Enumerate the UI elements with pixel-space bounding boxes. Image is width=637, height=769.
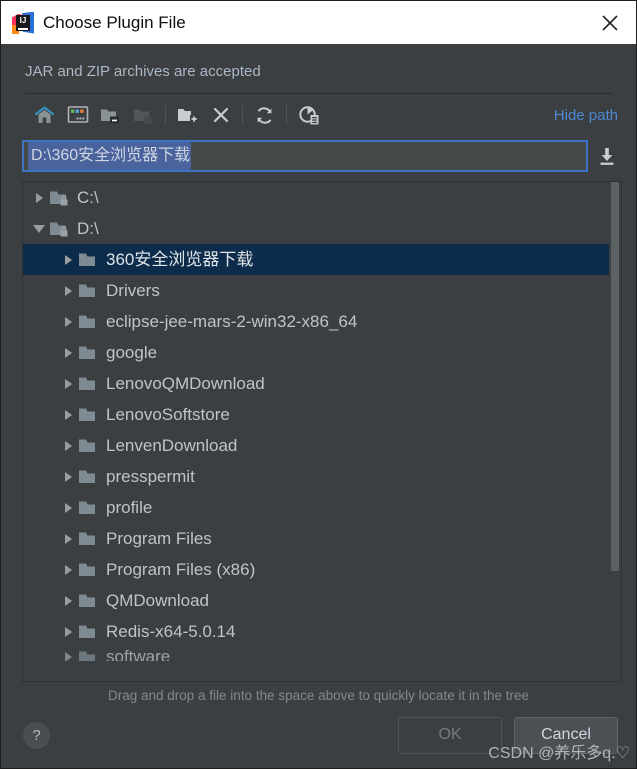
chevron-right-icon[interactable] — [58, 498, 78, 518]
tree-row-label: google — [106, 342, 158, 362]
chevron-right-icon[interactable] — [58, 312, 78, 332]
chevron-right-icon[interactable] — [58, 405, 78, 425]
tree-row[interactable]: LenovoQMDownload — [23, 368, 609, 399]
chevron-down-icon[interactable] — [29, 219, 49, 239]
dialog-button-bar: ? OK Cancel CSDN @养乐多q.♡ — [1, 708, 636, 768]
tree-row-label: Program Files (x86) — [106, 559, 256, 579]
tree-row-label: LenovoQMDownload — [106, 373, 265, 393]
vertical-scrollbar[interactable] — [609, 182, 621, 681]
tree-row-label: software — [106, 647, 171, 661]
tree-row[interactable]: profile — [23, 492, 609, 523]
chevron-right-icon[interactable] — [58, 622, 78, 642]
tree-row[interactable]: presspermit — [23, 461, 609, 492]
scrollbar-thumb[interactable] — [611, 182, 619, 572]
path-input-value: D:\360安全浏览器下载 — [28, 142, 192, 170]
chevron-right-icon[interactable] — [58, 374, 78, 394]
collapse-folder-icon[interactable] — [94, 100, 127, 130]
folder-icon — [78, 404, 102, 426]
tree-row[interactable]: C:\ — [23, 182, 609, 213]
toolbar-separator — [165, 105, 166, 125]
folder-icon — [78, 497, 102, 519]
tree-row-label: Program Files — [106, 528, 212, 548]
window-title: Choose Plugin File — [43, 12, 186, 32]
drag-drop-hint: Drag and drop a file into the space abov… — [107, 688, 529, 703]
tree-row-label: eclipse-jee-mars-2-win32-x86_64 — [106, 311, 358, 331]
chevron-right-icon[interactable] — [58, 529, 78, 549]
tree-row-label: C:\ — [77, 187, 99, 207]
path-row: D:\360安全浏览器下载 — [1, 136, 636, 176]
folder-icon — [78, 342, 102, 364]
directory-tree[interactable]: C:\ D:\ 360安全浏览器下载 Drivers eclipse-jee-mars-… — [23, 182, 609, 681]
show-hidden-files-icon[interactable] — [292, 100, 325, 130]
close-icon[interactable] — [597, 10, 623, 36]
chevron-right-icon[interactable] — [58, 560, 78, 580]
folder-icon — [78, 466, 102, 488]
folder-icon — [78, 373, 102, 395]
tree-row[interactable]: 360安全浏览器下载 — [23, 244, 609, 275]
folder-icon — [78, 647, 102, 661]
chevron-right-icon[interactable] — [58, 250, 78, 270]
tree-row-label: profile — [106, 497, 153, 517]
tree-row-label: LenvenDownload — [106, 435, 238, 455]
tree-row[interactable]: google — [23, 337, 609, 368]
locked-drive-folder-icon — [49, 187, 73, 209]
chevron-right-icon[interactable] — [58, 591, 78, 611]
choose-plugin-file-dialog: IJ Choose Plugin File JAR and ZIP archiv… — [0, 0, 637, 769]
dialog-body: JAR and ZIP archives are accepted Hide p… — [1, 44, 636, 768]
hide-path-link[interactable]: Hide path — [554, 107, 618, 124]
folder-icon — [78, 280, 102, 302]
tree-row-label: 360安全浏览器下载 — [106, 249, 254, 269]
folder-icon — [78, 559, 102, 581]
home-icon[interactable] — [28, 100, 61, 130]
new-folder-icon[interactable] — [171, 100, 204, 130]
file-chooser-toolbar: Hide path — [1, 94, 636, 136]
tree-row-label: LenovoSoftstore — [106, 404, 230, 424]
tree-row[interactable]: software — [23, 647, 609, 661]
refresh-icon[interactable] — [248, 100, 281, 130]
locked-drive-folder-icon — [49, 218, 73, 240]
title-bar: IJ Choose Plugin File — [1, 1, 636, 44]
chevron-right-icon[interactable] — [29, 188, 49, 208]
tree-row-label: Redis-x64-5.0.14 — [106, 621, 236, 641]
chevron-right-icon[interactable] — [58, 647, 78, 661]
dialog-subtitle: JAR and ZIP archives are accepted — [25, 63, 261, 80]
chevron-right-icon[interactable] — [58, 436, 78, 456]
folder-icon — [78, 435, 102, 457]
tree-row-label: presspermit — [106, 466, 195, 486]
download-arrow-icon[interactable] — [592, 141, 622, 171]
intellij-idea-icon: IJ — [12, 11, 34, 34]
folder-icon — [78, 590, 102, 612]
tree-row-label: D:\ — [77, 218, 99, 238]
help-button[interactable]: ? — [23, 721, 50, 749]
ok-button[interactable]: OK — [398, 716, 502, 754]
tree-row[interactable]: Drivers — [23, 275, 609, 306]
tree-row-label: QMDownload — [106, 590, 209, 610]
toolbar-separator — [286, 105, 287, 125]
expand-folder-icon — [127, 100, 160, 130]
tree-row[interactable]: Program Files — [23, 523, 609, 554]
directory-tree-panel: C:\ D:\ 360安全浏览器下载 Drivers eclipse-jee-mars-… — [22, 181, 622, 682]
tree-row[interactable]: QMDownload — [23, 585, 609, 616]
tree-row[interactable]: Program Files (x86) — [23, 554, 609, 585]
toolbar-separator — [242, 105, 243, 125]
tree-row[interactable]: LenovoSoftstore — [23, 399, 609, 430]
folder-icon — [78, 249, 102, 271]
path-input[interactable]: D:\360安全浏览器下载 — [22, 140, 588, 172]
tree-row[interactable]: eclipse-jee-mars-2-win32-x86_64 — [23, 306, 609, 337]
tree-row[interactable]: LenvenDownload — [23, 430, 609, 461]
desktop-icon[interactable] — [61, 100, 94, 130]
chevron-right-icon[interactable] — [58, 467, 78, 487]
tree-row-label: Drivers — [106, 280, 160, 300]
chevron-right-icon[interactable] — [58, 343, 78, 363]
folder-icon — [78, 621, 102, 643]
folder-icon — [78, 311, 102, 333]
chevron-right-icon[interactable] — [58, 281, 78, 301]
cancel-button[interactable]: Cancel — [514, 716, 618, 754]
delete-icon[interactable] — [204, 100, 237, 130]
folder-icon — [78, 528, 102, 550]
tree-row[interactable]: Redis-x64-5.0.14 — [23, 616, 609, 647]
tree-row[interactable]: D:\ — [23, 213, 609, 244]
